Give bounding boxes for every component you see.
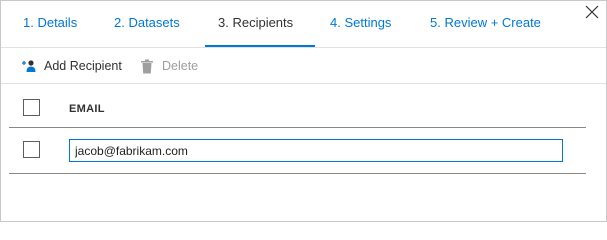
add-recipient-label: Add Recipient — [44, 59, 122, 73]
delete-label: Delete — [162, 59, 199, 73]
close-button[interactable] — [582, 3, 602, 23]
select-all-checkbox[interactable] — [23, 99, 40, 116]
tab-details[interactable]: 1. Details — [23, 15, 77, 30]
tab-settings[interactable]: 4. Settings — [330, 15, 391, 30]
toolbar: Add Recipient Delete — [1, 48, 606, 84]
row-checkbox[interactable] — [23, 141, 40, 158]
wizard-tabs: 1. Details 2. Datasets 3. Recipients 4. … — [1, 1, 606, 48]
column-header-email: EMAIL — [69, 103, 105, 115]
share-dialog: 1. Details 2. Datasets 3. Recipients 4. … — [0, 0, 607, 222]
close-icon — [585, 5, 599, 19]
add-person-icon — [22, 60, 36, 72]
delete-button[interactable]: Delete — [140, 58, 198, 74]
table-header: EMAIL — [9, 84, 586, 128]
tab-review-create[interactable]: 5. Review + Create — [430, 15, 541, 30]
trash-icon — [141, 59, 153, 73]
tab-datasets[interactable]: 2. Datasets — [114, 15, 180, 30]
active-tab-indicator — [205, 45, 315, 47]
email-field[interactable] — [69, 139, 563, 162]
table-row — [9, 128, 586, 174]
tab-recipients[interactable]: 3. Recipients — [218, 15, 293, 30]
add-recipient-button[interactable]: Add Recipient — [21, 58, 122, 74]
